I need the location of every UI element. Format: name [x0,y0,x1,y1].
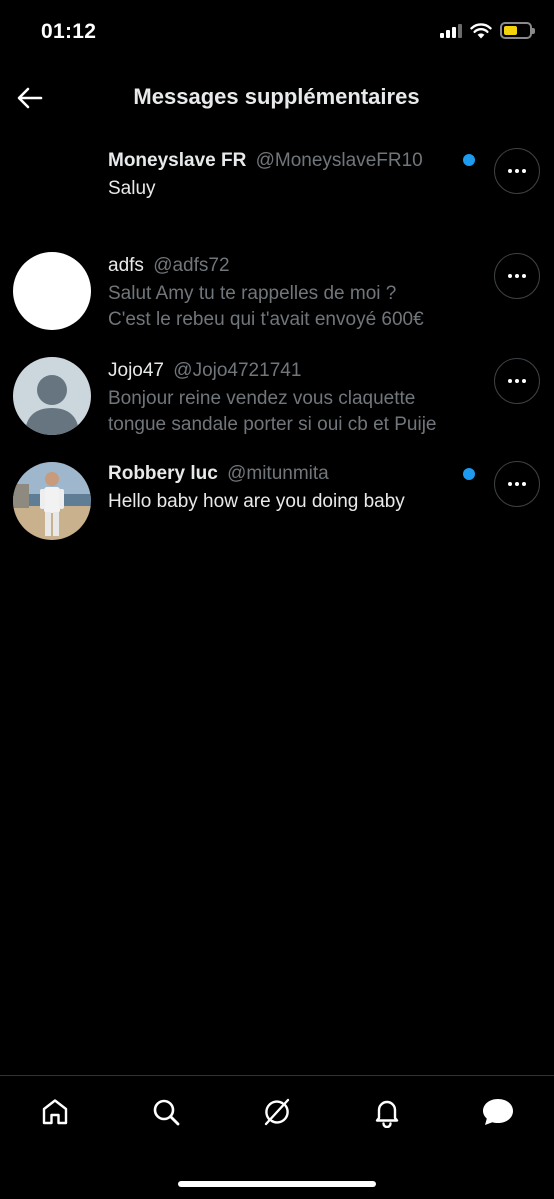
avatar[interactable] [13,462,91,540]
message-preview: Saluy [108,178,156,199]
message-preview: Bonjour reine vendez vous claquette tong… [108,388,437,435]
home-indicator [178,1181,376,1187]
conversation-handle: @MoneyslaveFR10 [255,150,423,171]
conversation-name: Jojo47 [108,360,164,381]
notifications-bell-icon [375,1100,399,1128]
message-preview: Salut Amy tu te rappelles de moi ? C'est… [108,283,424,330]
status-icons [440,22,535,39]
nav-notifications[interactable] [369,1094,405,1130]
profile-photo [13,462,91,540]
conversation-name: Moneyslave FR [108,150,247,171]
conversation-handle: @mitunmita [227,463,329,484]
conversation-item[interactable]: Jojo47 @Jojo4721741 Bonjour reine vendez… [0,350,554,450]
conversation-handle: @Jojo4721741 [173,360,302,381]
nav-grok[interactable] [259,1094,295,1130]
more-options-button[interactable] [494,253,540,299]
default-person-icon [25,375,79,435]
conversation-name: Robbery luc [108,463,218,484]
grok-icon [264,1098,290,1126]
nav-home[interactable] [37,1094,73,1130]
conversation-item[interactable]: Moneyslave FR @MoneyslaveFR10 Saluy [0,140,554,240]
more-options-button[interactable] [494,461,540,507]
search-icon [153,1099,180,1126]
unread-dot [463,154,475,166]
conversation-handle: @adfs72 [153,255,230,276]
battery-icon [500,22,535,39]
page-title: Messages supplémentaires [133,84,420,109]
header: Messages supplémentaires [0,70,554,126]
dot-icon [508,169,512,173]
more-options-button[interactable] [494,148,540,194]
wifi-icon [470,22,492,38]
unread-dot [463,468,475,480]
messages-icon [483,1099,513,1125]
avatar[interactable] [13,357,91,435]
home-icon [42,1099,68,1125]
conversation-item[interactable]: adfs @adfs72 Salut Amy tu te rappelles d… [0,245,554,345]
nav-messages[interactable] [480,1094,516,1130]
status-bar: 01:12 [0,0,554,70]
status-time: 01:12 [41,20,97,43]
cellular-signal-icon [440,23,462,38]
bottom-nav [0,1075,554,1199]
message-preview: Hello baby how are you doing baby [108,491,405,512]
conversation-name: adfs [108,255,144,276]
nav-search[interactable] [148,1094,184,1130]
avatar[interactable] [13,252,91,330]
conversation-item[interactable]: Robbery luc @mitunmita Hello baby how ar… [0,455,554,555]
more-options-button[interactable] [494,358,540,404]
